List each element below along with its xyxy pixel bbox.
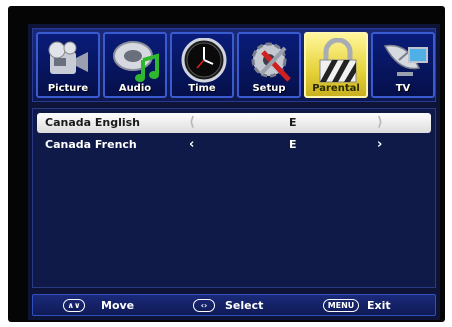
setting-value: E: [289, 138, 297, 151]
tab-picture[interactable]: Picture: [36, 32, 100, 98]
tab-label: Picture: [47, 83, 89, 94]
osd-screen: Picture Audio Time Setup Parental TV Can…: [28, 24, 440, 320]
tab-label: Setup: [252, 83, 286, 94]
tab-label: TV: [395, 83, 411, 94]
padlock-icon: [319, 38, 357, 83]
tab-tv[interactable]: TV: [371, 32, 435, 98]
setting-row-canada-french[interactable]: Canada French ‹ E ›: [37, 135, 431, 155]
move-hint: Move: [101, 299, 135, 312]
tab-label: Time: [188, 83, 216, 94]
setting-label: Canada English: [45, 116, 141, 129]
tv-bezel: Picture Audio Time Setup Parental TV Can…: [8, 6, 445, 322]
left-right-arrows-icon: ‹›: [193, 299, 215, 312]
setting-value: E: [289, 116, 297, 129]
music-note-icon: [113, 41, 159, 82]
parental-settings-panel: Canada English ⟨ E ⟩ Canada French ‹ E ›: [32, 108, 436, 288]
tab-audio[interactable]: Audio: [103, 32, 167, 98]
tab-label: Audio: [118, 83, 152, 94]
gear-wrench-icon: [251, 42, 291, 82]
camcorder-icon: [48, 41, 88, 74]
exit-hint: Exit: [367, 299, 391, 312]
left-arrow-icon[interactable]: ‹: [189, 137, 194, 152]
clock-icon: [181, 38, 227, 83]
menu-tab-bar: Picture Audio Time Setup Parental TV: [32, 28, 436, 102]
select-hint: Select: [225, 299, 264, 312]
left-arrow-icon[interactable]: ⟨: [189, 115, 195, 130]
tab-time[interactable]: Time: [170, 32, 234, 98]
tab-parental[interactable]: Parental: [304, 32, 368, 98]
right-arrow-icon[interactable]: ⟩: [377, 115, 383, 130]
setting-row-canada-english[interactable]: Canada English ⟨ E ⟩: [37, 113, 431, 133]
satellite-dish-icon: [383, 44, 428, 76]
right-arrow-icon[interactable]: ›: [377, 137, 382, 152]
tab-label: Parental: [312, 83, 360, 94]
tab-setup[interactable]: Setup: [237, 32, 301, 98]
setting-label: Canada French: [45, 138, 137, 151]
up-down-arrows-icon: ∧∨: [63, 299, 85, 312]
key-hint-bar: ∧∨ Move ‹› Select MENU Exit: [32, 294, 436, 316]
menu-key-icon: MENU: [323, 299, 359, 312]
